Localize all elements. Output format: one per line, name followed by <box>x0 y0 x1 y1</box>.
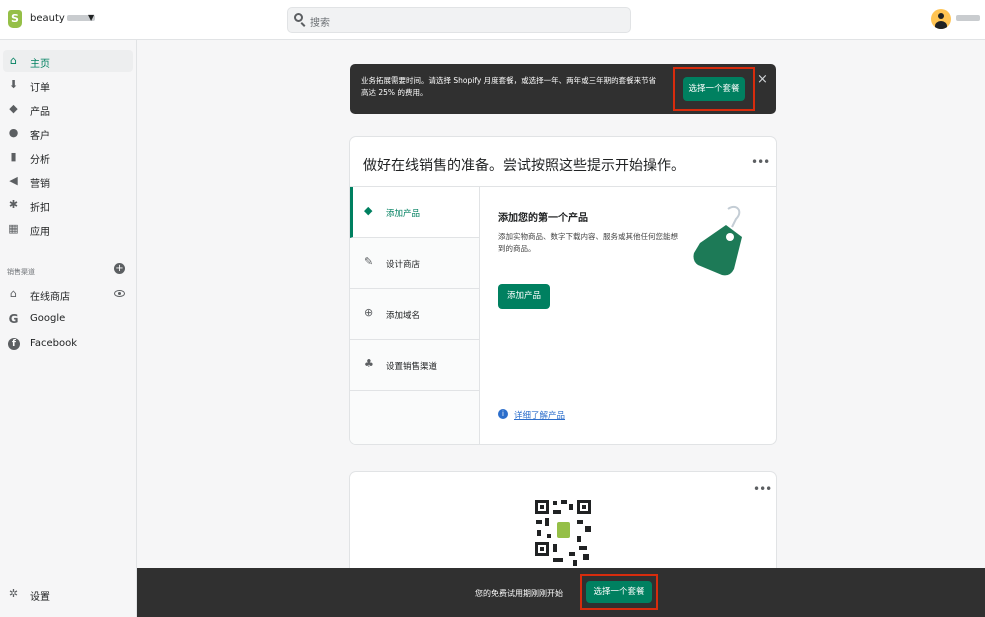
tab-add-product[interactable]: ◆ 添加产品 <box>350 187 479 238</box>
sidebar-item-analytics[interactable]: ▮ 分析 <box>3 146 133 168</box>
discount-icon: ✱ <box>8 198 19 211</box>
sidebar-item-label: 订单 <box>30 83 50 94</box>
choose-plan-button[interactable]: 选择一个套餐 <box>683 77 745 101</box>
sidebar-item-products[interactable]: ◆ 产品 <box>3 98 133 120</box>
avatar[interactable] <box>931 9 951 29</box>
globe-icon: ⊕ <box>364 306 374 319</box>
tab-design-store[interactable]: ✎ 设计商店 <box>350 238 479 289</box>
search-input[interactable]: 搜索 <box>287 7 631 33</box>
sidebar-item-orders[interactable]: ⬇ 订单 <box>3 74 133 96</box>
tab-label: 设计商店 <box>386 260 421 270</box>
shopify-logo-icon[interactable] <box>8 10 22 28</box>
choose-plan-button[interactable]: 选择一个套餐 <box>586 581 652 603</box>
tab-label: 设置销售渠道 <box>386 362 438 372</box>
sidebar-item-facebook[interactable]: f Facebook <box>3 333 133 355</box>
person-icon: ● <box>8 126 19 139</box>
learn-more-link[interactable]: 详细了解产品 <box>514 409 565 421</box>
tab-label: 添加产品 <box>386 209 421 219</box>
sidebar-item-label: 营销 <box>30 179 50 190</box>
sidebar-item-label: 在线商店 <box>30 292 70 303</box>
sidebar-item-label: Google <box>30 313 66 324</box>
add-product-button[interactable]: 添加产品 <box>498 284 550 309</box>
plan-banner: 业务拓展需要时间。请选择 Shopify 月度套餐，或选择一年、两年或三年期的套… <box>350 64 776 114</box>
sidebar-item-home[interactable]: ⌂ 主页 <box>3 50 133 72</box>
chevron-down-icon[interactable]: ▼ <box>88 13 94 22</box>
sidebar-item-label: 分析 <box>30 155 50 166</box>
add-sales-channel-button[interactable]: + <box>114 263 125 274</box>
home-icon: ⌂ <box>10 54 17 67</box>
sidebar-item-discounts[interactable]: ✱ 折扣 <box>3 194 133 216</box>
sidebar-item-label: 主页 <box>30 59 50 70</box>
sidebar-item-label: 应用 <box>30 227 50 238</box>
panel-description: 添加实物商品、数字下载内容、服务或其他任何您能想到的商品。 <box>498 232 678 253</box>
trial-text: 您的免费试用期刚刚开始 <box>475 589 563 598</box>
close-icon[interactable]: × <box>757 72 768 87</box>
analytics-icon: ▮ <box>10 150 17 163</box>
apps-icon: ▦ <box>8 222 19 235</box>
orders-icon: ⬇ <box>8 78 19 91</box>
tab-sales-channels[interactable]: ♣ 设置销售渠道 <box>350 340 479 391</box>
sidebar-item-label: 折扣 <box>30 203 50 214</box>
search-icon <box>294 13 303 22</box>
store-name-label: beauty <box>30 13 65 24</box>
sales-channels-title: 销售渠道 <box>7 268 35 276</box>
sidebar-item-label: 产品 <box>30 107 50 118</box>
product-tag-illustration <box>693 205 742 276</box>
sidebar-item-customers[interactable]: ● 客户 <box>3 122 133 144</box>
setup-tabs: ◆ 添加产品 ✎ 设计商店 ⊕ 添加域名 ♣ 设置销售渠道 <box>350 187 480 444</box>
megaphone-icon: ◀ <box>9 174 18 187</box>
sidebar-item-label: Facebook <box>30 338 77 349</box>
trial-bar: 您的免费试用期刚刚开始 选择一个套餐 <box>137 568 985 617</box>
banner-text: 业务拓展需要时间。请选择 Shopify 月度套餐，或选择一年、两年或三年期的套… <box>361 76 657 97</box>
sidebar-item-label: 客户 <box>30 131 50 142</box>
facebook-icon: f <box>8 338 20 350</box>
panel-title: 添加您的第一个产品 <box>498 213 588 224</box>
sidebar-item-google[interactable]: G Google <box>3 308 133 330</box>
sidebar-item-apps[interactable]: ▦ 应用 <box>3 218 133 240</box>
gear-icon: ✲ <box>8 587 19 600</box>
more-actions-icon[interactable]: ••• <box>753 482 772 496</box>
tag-icon: ◆ <box>9 102 18 115</box>
sidebar-item-settings[interactable]: ✲ 设置 <box>3 583 133 605</box>
more-actions-icon[interactable]: ••• <box>751 155 770 169</box>
sidebar-item-label: 设置 <box>30 592 50 603</box>
info-icon: i <box>498 409 508 419</box>
eye-icon[interactable] <box>114 290 125 297</box>
sidebar-item-marketing[interactable]: ◀ 营销 <box>3 170 133 192</box>
user-name-redacted[interactable] <box>956 15 980 21</box>
tag-icon: ◆ <box>364 204 373 217</box>
store-icon: ⌂ <box>10 287 17 300</box>
channels-icon: ♣ <box>364 357 374 370</box>
google-icon: G <box>8 312 19 326</box>
card-title: 做好在线销售的准备。尝试按照这些提示开始操作。 <box>363 158 685 174</box>
search-placeholder: 搜索 <box>310 18 330 29</box>
tab-label: 添加域名 <box>386 311 421 321</box>
qr-code <box>533 498 593 568</box>
setup-guide-card: 做好在线销售的准备。尝试按照这些提示开始操作。 ••• ◆ 添加产品 ✎ 设计商… <box>350 137 776 444</box>
store-switcher[interactable]: beauty <box>30 13 95 24</box>
sidebar: ⌂ 主页 ⬇ 订单 ◆ 产品 ● 客户 ▮ 分析 ◀ 营销 ✱ 折扣 ▦ 应用 … <box>0 40 137 617</box>
tab-add-domain[interactable]: ⊕ 添加域名 <box>350 289 479 340</box>
brush-icon: ✎ <box>364 255 374 268</box>
top-bar: beauty ▼ 搜索 <box>0 0 985 40</box>
